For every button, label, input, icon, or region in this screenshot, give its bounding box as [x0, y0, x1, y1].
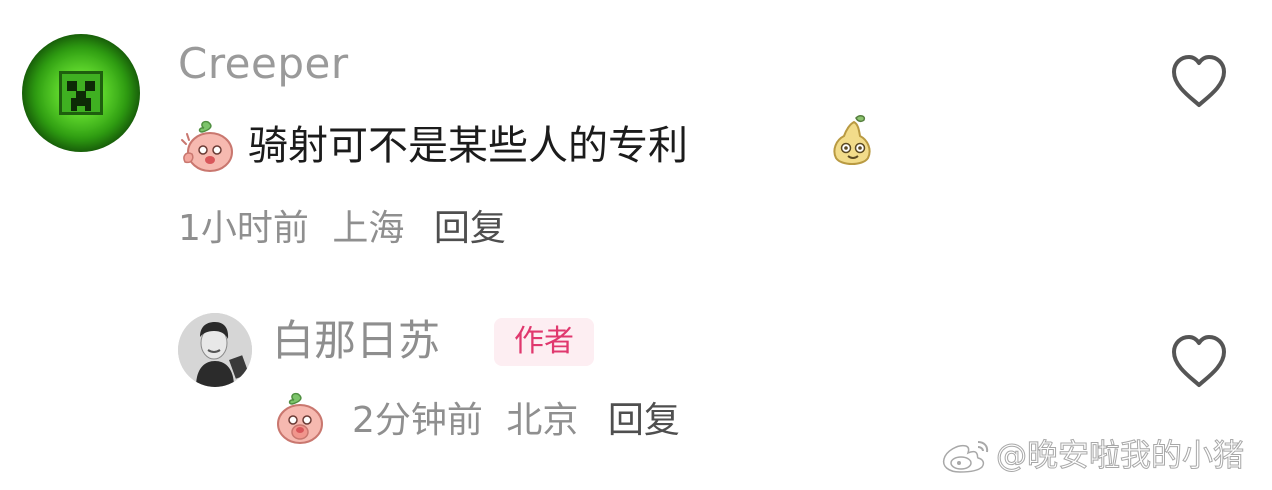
comment-location: 上海	[332, 208, 405, 249]
reply-avatar[interactable]	[178, 313, 252, 387]
heart-outline-icon[interactable]	[1168, 332, 1230, 390]
watermark-text: @晚安啦我的小猪	[996, 438, 1245, 475]
reply-button[interactable]: 回复	[434, 208, 506, 249]
reply-location: 北京	[506, 400, 579, 441]
comment-time: 1小时前	[178, 208, 309, 249]
reply-username[interactable]: 白那日苏	[272, 314, 440, 368]
weibo-icon	[942, 441, 989, 473]
comment-meta: 1小时前 上海 回复	[178, 206, 506, 252]
avatar[interactable]	[22, 34, 140, 152]
avatar-photo-icon	[178, 313, 252, 387]
reply-time: 2分钟前	[352, 400, 483, 441]
reply-to-reply-button[interactable]: 回复	[608, 400, 680, 441]
author-badge: 作者	[494, 318, 594, 366]
peach-emoji-icon	[277, 392, 323, 444]
heart-outline-icon[interactable]	[1168, 52, 1230, 110]
reply-meta: 2分钟前 北京 回复	[352, 398, 680, 444]
creeper-face-icon	[59, 71, 103, 115]
peach-emoji-icon	[181, 120, 233, 172]
comment-username[interactable]: Creeper	[178, 38, 349, 90]
pear-emoji-icon	[833, 115, 871, 165]
comment-text: 骑射可不是某些人的专利	[248, 123, 688, 169]
